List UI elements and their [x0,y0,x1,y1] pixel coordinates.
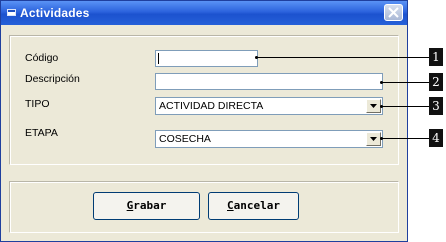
tipo-label: TIPO [25,98,50,110]
callout-2: 2 [429,73,443,91]
tipo-select[interactable]: ACTIVIDAD DIRECTA [155,97,383,115]
codigo-label: Código [25,52,59,64]
tipo-dropdown-button[interactable] [366,99,381,113]
window-title: Actividades [20,6,90,20]
callout-3: 3 [429,97,443,115]
callout-line-4 [382,138,429,139]
grabar-button[interactable]: Grabar [93,192,200,220]
actividades-dialog: Actividades Código Descripción TIPO ACTI… [0,0,408,242]
descripcion-input[interactable] [155,73,383,90]
window-icon [7,9,16,16]
close-icon [388,7,399,18]
chevron-down-icon [370,137,377,141]
buttons-panel [9,181,399,233]
cancelar-button[interactable]: Cancelar [208,192,299,220]
close-button[interactable] [384,4,403,21]
codigo-input[interactable] [155,50,258,67]
title-bar[interactable]: Actividades [1,1,407,25]
chevron-down-icon [370,104,377,108]
text-caret [158,53,159,64]
callout-line-1 [257,57,429,58]
callout-4: 4 [429,129,443,147]
callout-line-2 [382,82,429,83]
etapa-dropdown-button[interactable] [366,132,381,146]
etapa-value: COSECHA [159,133,211,145]
callout-1: 1 [429,48,443,66]
descripcion-label: Descripción [25,73,80,85]
callout-line-3 [382,106,429,107]
tipo-value: ACTIVIDAD DIRECTA [159,100,264,112]
etapa-select[interactable]: COSECHA [155,130,383,148]
etapa-label: ETAPA [25,127,58,139]
